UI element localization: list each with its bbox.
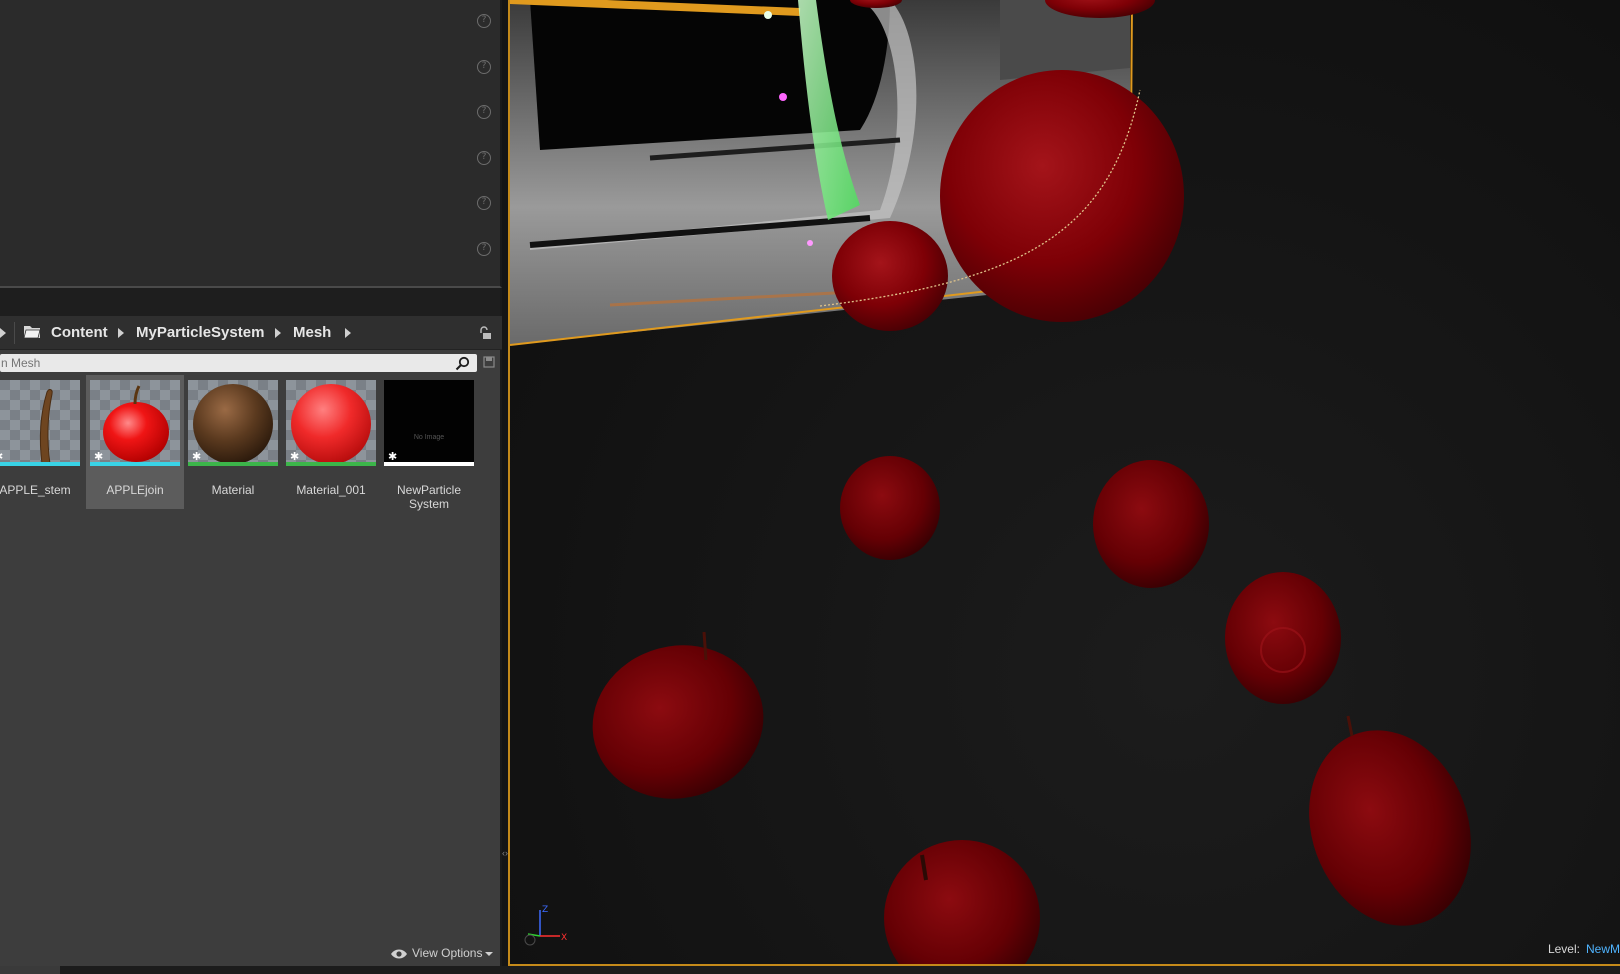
breadcrumb-content[interactable]: Content <box>51 324 108 341</box>
particle-spark <box>779 93 787 101</box>
view-options-button[interactable]: View Options <box>390 946 494 962</box>
apple-mesh <box>1309 715 1471 926</box>
search-input[interactable] <box>0 354 450 372</box>
axis-z-label: Z <box>542 905 548 915</box>
help-icon[interactable]: ? <box>477 151 491 165</box>
asset-color-bar <box>384 462 474 466</box>
help-icon[interactable]: ? <box>477 105 491 119</box>
apple-mesh <box>940 70 1184 322</box>
view-options-label: View Options <box>412 946 483 960</box>
asset-tile-material[interactable]: ✱ Material <box>184 375 282 509</box>
asset-color-bar <box>188 462 278 466</box>
asset-label: APPLE_stem <box>0 483 71 497</box>
content-browser: Content MyParticleSystem Mesh ✱ APPLE_st… <box>0 316 502 970</box>
apple-mesh <box>1225 572 1341 704</box>
breadcrumb-myparticlesystem[interactable]: MyParticleSystem <box>136 324 264 341</box>
asset-tile-apple-stem[interactable]: ✱ APPLE_stem <box>0 375 84 509</box>
asset-type-icon: ✱ <box>192 450 202 463</box>
asset-label: Material <box>211 483 255 497</box>
asset-thumbnail: No Image ✱ <box>384 380 474 466</box>
asset-tile-newparticle-system[interactable]: No Image ✱ NewParticle System <box>380 375 478 511</box>
apple-mesh <box>884 840 1040 964</box>
history-arrow-icon[interactable] <box>0 328 6 338</box>
breadcrumb-separator-icon[interactable] <box>275 328 281 338</box>
asset-type-icon: ✱ <box>0 451 3 462</box>
search-box[interactable] <box>0 354 477 372</box>
asset-label: Material_001 <box>296 483 366 497</box>
asset-color-bar <box>0 462 80 466</box>
divider <box>14 322 15 344</box>
axis-x-label: X <box>561 933 567 943</box>
level-viewport[interactable]: Z X Level: NewM <box>508 0 1620 966</box>
panel-gap <box>0 288 502 316</box>
particle-spark <box>764 11 772 19</box>
asset-color-bar <box>90 462 180 466</box>
help-icon[interactable]: ? <box>477 196 491 210</box>
level-value[interactable]: NewM <box>1586 942 1620 956</box>
apple-mesh <box>832 221 948 331</box>
viewport-scene <box>510 0 1471 964</box>
asset-label: APPLEjoin <box>106 483 164 497</box>
apple-mesh <box>840 456 940 560</box>
help-icon[interactable]: ? <box>477 14 491 28</box>
no-image-text: No Image <box>413 434 445 441</box>
breadcrumb-mesh[interactable]: Mesh <box>293 324 331 341</box>
asset-tile-applejoin[interactable]: ✱ APPLEjoin <box>86 375 184 509</box>
apple-mesh-icon <box>103 385 169 462</box>
asset-type-icon: ✱ <box>290 450 300 463</box>
level-label: Level: <box>1547 942 1580 956</box>
asset-tile-material-001[interactable]: ✱ Material_001 <box>282 375 380 509</box>
status-strip <box>0 966 1620 974</box>
breadcrumb: Content MyParticleSystem Mesh <box>0 316 502 350</box>
help-icon[interactable]: ? <box>477 60 491 74</box>
save-search-icon[interactable] <box>483 356 495 368</box>
apple-mesh <box>592 631 764 799</box>
asset-thumbnail: ✱ <box>0 380 80 466</box>
breadcrumb-separator-icon[interactable] <box>118 328 124 338</box>
asset-thumbnail: ✱ <box>188 380 278 466</box>
particle-spark <box>807 240 813 246</box>
asset-type-icon: ✱ <box>94 450 104 463</box>
material-sphere-icon <box>193 384 273 464</box>
folder-icon <box>24 326 40 338</box>
help-icon[interactable]: ? <box>477 242 491 256</box>
level-indicator: Level: NewM <box>1548 942 1620 956</box>
apple-mesh <box>1093 460 1209 588</box>
asset-thumbnail: ✱ <box>90 380 180 466</box>
axis-gizmo-icon: Z X <box>524 905 567 946</box>
eye-icon <box>391 949 407 959</box>
stem-mesh-icon <box>39 389 53 465</box>
search-icon[interactable] <box>455 356 470 371</box>
asset-label: NewParticle System <box>396 483 462 511</box>
asset-thumbnail: ✱ <box>286 380 376 466</box>
asset-type-icon: ✱ <box>388 450 398 463</box>
details-panel: ? ? ? ? ? ? <box>0 0 502 288</box>
breadcrumb-separator-icon[interactable] <box>345 328 351 338</box>
lock-icon[interactable] <box>478 326 492 340</box>
chevron-down-icon <box>485 951 494 956</box>
material-sphere-icon <box>291 384 371 464</box>
asset-color-bar <box>286 462 376 466</box>
